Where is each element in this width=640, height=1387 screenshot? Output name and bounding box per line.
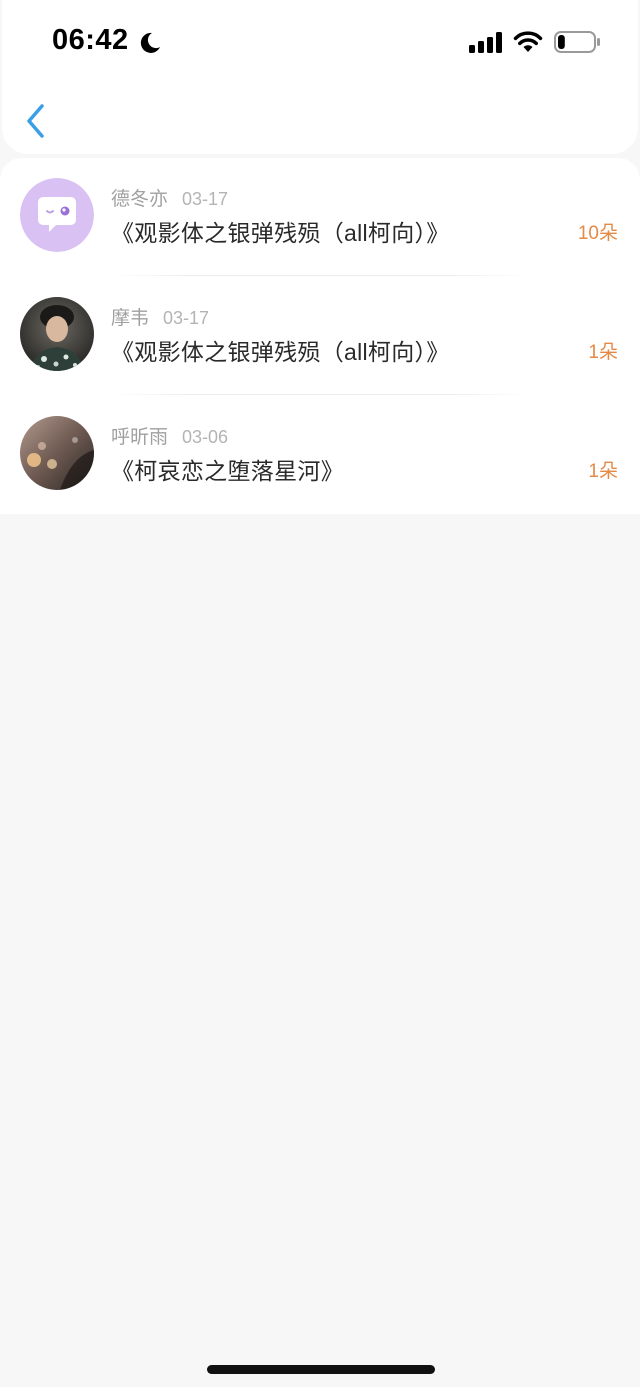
user-name[interactable]: 德冬亦 bbox=[111, 189, 168, 210]
cellular-signal-icon bbox=[469, 32, 502, 53]
divider bbox=[110, 275, 530, 276]
photo-avatar[interactable] bbox=[20, 416, 94, 490]
gift-list: 德冬亦 03-17 《观影体之银弹残殒（all柯向）》 10朵 摩韦 03-17… bbox=[0, 158, 640, 514]
list-item[interactable]: 呼昕雨 03-06 《柯哀恋之堕落星河》 1朵 bbox=[0, 396, 640, 514]
photo-avatar[interactable] bbox=[20, 297, 94, 371]
item-meta: 呼昕雨 03-06 bbox=[111, 422, 228, 449]
flower-count: 1朵 bbox=[588, 342, 618, 363]
wifi-icon bbox=[513, 31, 543, 52]
list-item[interactable]: 德冬亦 03-17 《观影体之银弹残殒（all柯向）》 10朵 bbox=[0, 158, 640, 276]
work-title[interactable]: 《观影体之银弹残殒（all柯向）》 bbox=[111, 333, 450, 367]
item-date: 03-17 bbox=[163, 308, 210, 328]
divider bbox=[110, 394, 530, 395]
flower-count: 10朵 bbox=[577, 223, 618, 244]
home-indicator[interactable] bbox=[207, 1365, 435, 1374]
battery-icon bbox=[554, 31, 600, 53]
work-title[interactable]: 《柯哀恋之堕落星河》 bbox=[111, 452, 344, 486]
item-date: 03-17 bbox=[182, 189, 229, 209]
item-meta: 德冬亦 03-17 bbox=[111, 184, 228, 211]
status-time: 06:42 bbox=[52, 24, 129, 56]
top-bar: 06:42 bbox=[2, 0, 638, 154]
moon-icon bbox=[140, 32, 160, 53]
item-meta: 摩韦 03-17 bbox=[111, 303, 209, 330]
item-date: 03-06 bbox=[182, 427, 229, 447]
user-name[interactable]: 摩韦 bbox=[111, 308, 149, 329]
list-item[interactable]: 摩韦 03-17 《观影体之银弹残殒（all柯向）》 1朵 bbox=[0, 277, 640, 395]
user-name[interactable]: 呼昕雨 bbox=[111, 427, 168, 448]
default-avatar-icon[interactable] bbox=[20, 178, 94, 252]
chevron-left-icon[interactable] bbox=[20, 100, 56, 142]
flower-count: 1朵 bbox=[588, 461, 618, 482]
work-title[interactable]: 《观影体之银弹残殒（all柯向）》 bbox=[111, 214, 450, 248]
